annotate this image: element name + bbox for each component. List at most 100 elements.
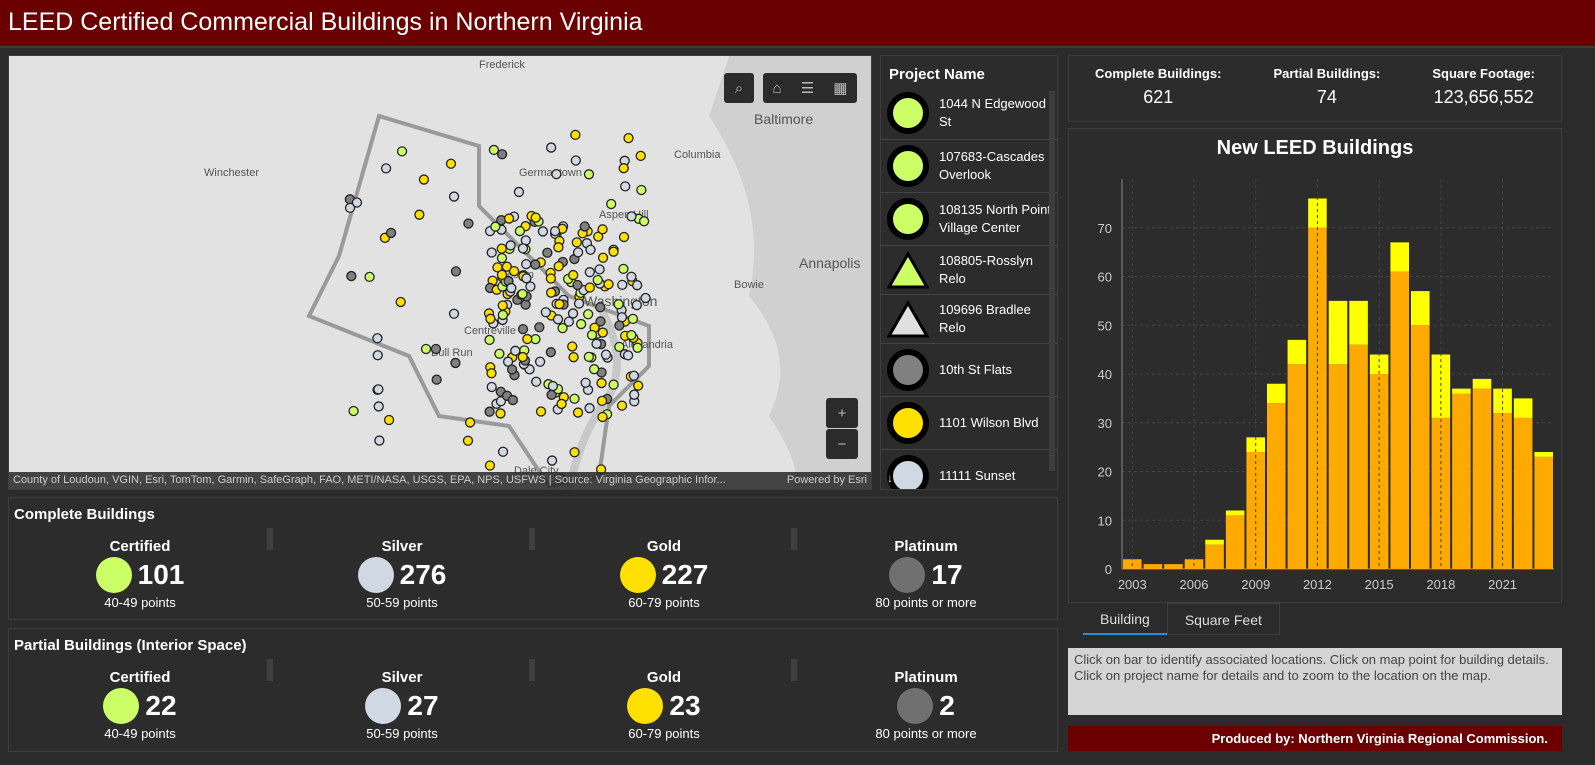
building-point[interactable] (374, 435, 385, 446)
building-point[interactable] (506, 364, 518, 375)
building-point[interactable] (597, 252, 609, 263)
building-point[interactable] (606, 198, 617, 210)
building-point[interactable] (614, 320, 625, 331)
building-point[interactable] (508, 265, 520, 277)
building-point[interactable] (583, 351, 595, 363)
building-point[interactable] (531, 376, 542, 387)
building-point[interactable] (588, 364, 600, 375)
building-point[interactable] (640, 292, 651, 304)
building-point[interactable] (552, 314, 564, 325)
bar-complete-2017[interactable] (1411, 325, 1430, 569)
building-point[interactable] (496, 269, 508, 281)
search-icon[interactable]: ⌕ (724, 73, 754, 103)
building-point[interactable] (351, 197, 363, 208)
bar-partial-2010[interactable] (1267, 383, 1286, 404)
building-point[interactable] (495, 408, 506, 419)
building-point[interactable] (618, 163, 629, 174)
building-point[interactable] (542, 247, 553, 258)
building-point[interactable] (596, 395, 608, 407)
building-point[interactable] (614, 341, 625, 353)
building-point[interactable] (494, 348, 505, 359)
building-point[interactable] (582, 309, 594, 320)
building-point[interactable] (628, 370, 640, 381)
building-point[interactable] (530, 212, 541, 223)
list-item[interactable]: 109696 Bradlee Relo (881, 295, 1057, 344)
bar-complete-2023[interactable] (1534, 456, 1553, 569)
building-point[interactable] (464, 417, 476, 428)
building-point[interactable] (596, 377, 607, 389)
building-point[interactable] (623, 132, 634, 144)
tab-building[interactable]: Building (1083, 603, 1167, 635)
building-point[interactable] (545, 273, 557, 284)
list-item[interactable]: 1044 N Edgewood St (881, 87, 1057, 140)
building-point[interactable] (633, 380, 644, 391)
building-point[interactable] (414, 209, 425, 220)
bar-complete-2019[interactable] (1452, 393, 1471, 570)
scrollbar[interactable] (1049, 91, 1055, 471)
building-point[interactable] (486, 368, 497, 379)
bar-partial-2011[interactable] (1287, 339, 1307, 365)
building-point[interactable] (584, 267, 595, 278)
bar-complete-2022[interactable] (1513, 417, 1533, 569)
building-point[interactable] (597, 411, 608, 423)
bar-complete-2013[interactable] (1328, 364, 1348, 569)
list-item[interactable]: 10th St Flats (881, 344, 1057, 397)
building-point[interactable] (383, 414, 395, 426)
building-point[interactable] (484, 460, 496, 471)
building-point[interactable] (448, 308, 460, 319)
building-point[interactable] (506, 282, 517, 294)
bar-partial-2016[interactable] (1390, 242, 1409, 272)
list-item[interactable]: 107683-Cascades Overlook (881, 140, 1057, 193)
bar-complete-2014[interactable] (1349, 344, 1368, 569)
building-point[interactable] (572, 279, 583, 291)
building-point[interactable] (632, 342, 643, 353)
building-point[interactable] (380, 163, 392, 174)
building-point[interactable] (580, 377, 591, 388)
building-point[interactable] (540, 307, 551, 318)
building-point[interactable] (592, 274, 603, 286)
building-point[interactable] (591, 338, 602, 349)
building-point[interactable] (585, 244, 596, 255)
building-point[interactable] (545, 287, 557, 298)
building-point[interactable] (618, 231, 630, 243)
building-point[interactable] (622, 350, 634, 361)
building-point[interactable] (573, 298, 585, 309)
home-icon[interactable]: ⌂ (773, 80, 782, 97)
building-point[interactable] (553, 261, 564, 272)
building-point[interactable] (626, 329, 637, 341)
building-point[interactable] (594, 264, 605, 275)
building-point[interactable] (551, 168, 562, 180)
bar-complete-2016[interactable] (1390, 271, 1409, 569)
bar-complete-2011[interactable] (1287, 364, 1307, 569)
list-item[interactable]: 108135 North Point Village Center (881, 193, 1057, 246)
zoom-in-button[interactable]: + (826, 398, 858, 428)
list-item[interactable]: 11111 Sunset (881, 450, 1057, 489)
building-point[interactable] (497, 300, 508, 311)
building-point[interactable] (570, 129, 581, 141)
bar-partial-2019[interactable] (1452, 388, 1471, 394)
building-point[interactable] (385, 227, 397, 239)
building-point[interactable] (638, 216, 650, 227)
bar-partial-2020[interactable] (1472, 378, 1492, 389)
building-point[interactable] (503, 213, 515, 224)
bar-complete-2004[interactable] (1143, 564, 1163, 569)
building-point[interactable] (497, 309, 509, 321)
building-point[interactable] (586, 329, 598, 341)
building-point[interactable] (568, 352, 579, 363)
building-point[interactable] (373, 401, 384, 412)
building-point[interactable] (600, 349, 612, 360)
building-point[interactable] (620, 181, 631, 192)
download-icon[interactable]: ↓ (887, 471, 893, 485)
building-point[interactable] (430, 343, 442, 355)
legend-list-icon[interactable]: ☰ (801, 79, 814, 97)
bar-complete-2007[interactable] (1205, 544, 1224, 569)
building-point[interactable] (583, 169, 595, 180)
building-point[interactable] (556, 398, 567, 410)
bar-partial-2007[interactable] (1205, 539, 1224, 545)
building-point[interactable] (450, 357, 461, 369)
bar-partial-2023[interactable] (1534, 452, 1553, 457)
building-point[interactable] (507, 394, 519, 406)
building-point[interactable] (534, 356, 546, 367)
building-point[interactable] (372, 350, 383, 361)
building-point[interactable] (571, 237, 582, 248)
